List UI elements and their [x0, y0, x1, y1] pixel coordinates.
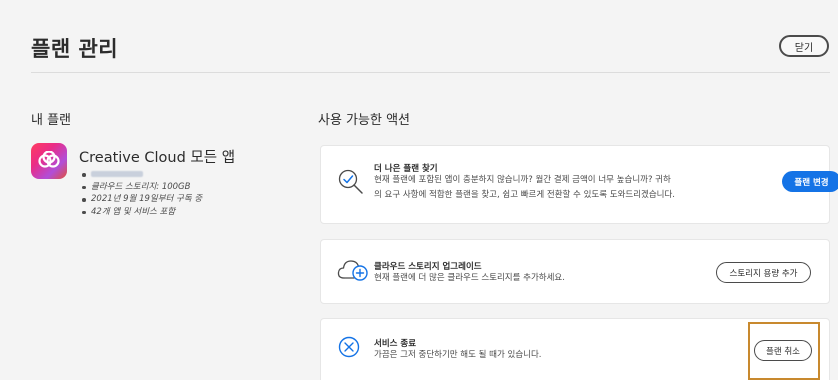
highlight-box [748, 322, 820, 380]
my-plan-heading: 내 플랜 [31, 113, 72, 128]
change-plan-button[interactable]: 플랜 변경 [782, 171, 838, 192]
plan-detail-apps-included: 42개 앱 및 서비스 포함 [82, 206, 202, 219]
plan-detail-subscription-date: 2021년 9월 19일부터 구독 중 [82, 193, 202, 206]
circle-x-icon [338, 336, 360, 362]
find-better-plan-card: 더 나은 플랜 찾기 현재 플랜에 포함된 앱이 충분하지 않습니까? 월간 결… [320, 145, 838, 224]
upgrade-storage-card: 클라우드 스토리지 업그레이드 현재 플랜에 더 많은 클라우드 스토리지를 추… [320, 239, 830, 304]
plan-details-list: 클라우드 스토리지: 100GB 2021년 9월 19일부터 구독 중 42개… [82, 168, 202, 218]
card-description: 현재 플랜에 포함된 앱이 충분하지 않습니까? 월간 결제 금액이 너무 높습… [374, 175, 676, 200]
plan-detail-redacted [82, 168, 202, 181]
header-divider [31, 72, 830, 73]
close-button[interactable]: 닫기 [779, 35, 829, 57]
plan-name: Creative Cloud 모든 앱 [79, 150, 236, 166]
magnifier-check-icon [337, 168, 365, 200]
plan-detail-storage: 클라우드 스토리지: 100GB [82, 181, 202, 194]
card-description: 현재 플랜에 더 많은 클라우드 스토리지를 추가하세요. [374, 273, 565, 283]
card-description: 가끔은 그저 중단하기만 해도 될 때가 있습니다. [374, 350, 542, 360]
cloud-plus-icon [337, 258, 369, 286]
creative-cloud-icon [31, 143, 67, 179]
page-title: 플랜 관리 [31, 37, 119, 61]
add-storage-button[interactable]: 스토리지 용량 추가 [716, 262, 811, 283]
available-actions-heading: 사용 가능한 액션 [318, 113, 410, 128]
